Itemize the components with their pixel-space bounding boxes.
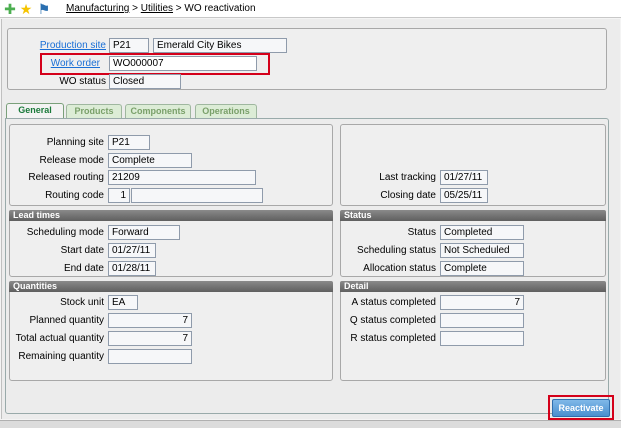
scheduling-status-label: Scheduling status <box>357 245 436 256</box>
tab-products[interactable]: Products <box>66 104 122 118</box>
status-field: Completed <box>440 225 524 240</box>
wo-status-label: WO status <box>59 76 106 87</box>
scheduling-status-field: Not Scheduled <box>440 243 524 258</box>
planned-quantity-field: 7 <box>108 313 192 328</box>
tab-general[interactable]: General <box>6 103 64 119</box>
add-favorite-icon[interactable]: ✚ <box>2 1 18 17</box>
routing-code-label: Routing code <box>45 190 104 201</box>
start-date-field: 01/27/11 <box>108 243 156 258</box>
breadcrumb-current: WO reactivation <box>184 3 256 14</box>
production-site-name: Emerald City Bikes <box>153 38 287 53</box>
work-order-label[interactable]: Work order <box>10 58 100 69</box>
status-bar <box>0 420 621 428</box>
end-date-label: End date <box>63 263 104 274</box>
remaining-quantity-label: Remaining quantity <box>18 351 104 362</box>
stock-unit-field: EA <box>108 295 138 310</box>
reactivate-button[interactable]: Reactivate <box>552 399 610 417</box>
q-status-field <box>440 313 524 328</box>
status-header: Status <box>340 210 606 221</box>
end-date-field: 01/28/11 <box>108 261 156 276</box>
production-site-field[interactable]: P21 <box>109 38 149 53</box>
released-routing-label: Released routing <box>28 172 104 183</box>
lead-times-header: Lead times <box>9 210 333 221</box>
allocation-status-field: Complete <box>440 261 524 276</box>
favorites-star-icon[interactable]: ★ <box>18 1 34 17</box>
r-status-label: R status completed <box>350 333 436 344</box>
release-mode-label: Release mode <box>39 155 104 166</box>
routing-code-field: 1 <box>108 188 130 203</box>
last-tracking-label: Last tracking <box>379 172 436 183</box>
breadcrumb-separator: > <box>175 3 182 14</box>
planned-quantity-label: Planned quantity <box>29 315 104 326</box>
remaining-quantity-field <box>108 349 192 364</box>
routing-code-desc <box>131 188 263 203</box>
planning-site-label: Planning site <box>46 137 104 148</box>
breadcrumb-manufacturing[interactable]: Manufacturing <box>66 3 129 14</box>
release-mode-field: Complete <box>108 153 192 168</box>
work-order-input[interactable]: WO000007 <box>109 56 257 71</box>
allocation-status-label: Allocation status <box>363 263 436 274</box>
tab-operations[interactable]: Operations <box>195 104 257 118</box>
q-status-label: Q status completed <box>349 315 436 326</box>
a-status-label: A status completed <box>351 297 437 308</box>
status-label: Status <box>407 227 436 238</box>
breadcrumb-separator: > <box>132 3 138 14</box>
breadcrumb-utilities[interactable]: Utilities <box>141 3 173 14</box>
stock-unit-label: Stock unit <box>60 297 104 308</box>
production-site-label[interactable]: Production site <box>10 40 106 51</box>
scheduling-mode-label: Scheduling mode <box>26 227 104 238</box>
scheduling-mode-field: Forward <box>108 225 180 240</box>
wo-status-field: Closed <box>109 74 181 89</box>
r-status-field <box>440 331 524 346</box>
signpost-icon[interactable]: ⚑ <box>36 1 52 17</box>
tab-components[interactable]: Components <box>125 104 191 118</box>
released-routing-field: 21209 <box>108 170 256 185</box>
planning-site-field: P21 <box>108 135 150 150</box>
total-actual-quantity-field: 7 <box>108 331 192 346</box>
detail-header: Detail <box>340 281 606 292</box>
last-tracking-field: 01/27/11 <box>440 170 488 185</box>
a-status-field: 7 <box>440 295 524 310</box>
closing-date-field: 05/25/11 <box>440 188 488 203</box>
start-date-label: Start date <box>60 245 104 256</box>
quantities-header: Quantities <box>9 281 333 292</box>
total-actual-quantity-label: Total actual quantity <box>15 333 104 344</box>
breadcrumb: Manufacturing > Utilities > WO reactivat… <box>66 3 256 14</box>
closing-date-label: Closing date <box>380 190 436 201</box>
